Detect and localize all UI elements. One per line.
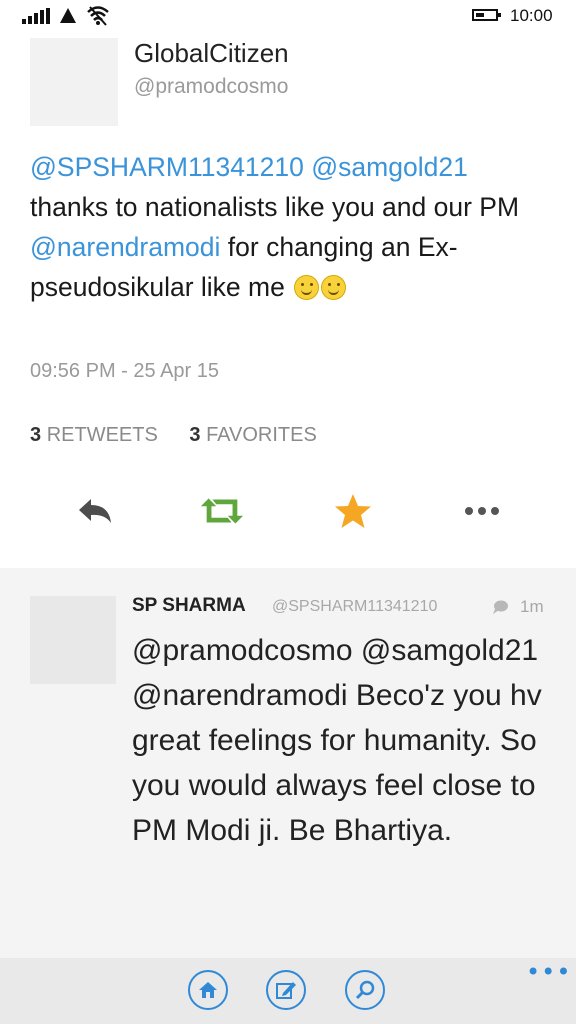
tweet-text: @SPSHARM11341210 @samgold21 thanks to na… <box>30 147 550 307</box>
author-avatar[interactable] <box>30 38 118 126</box>
more-options-button[interactable] <box>459 488 505 534</box>
smiley-emoji-icon <box>294 275 320 300</box>
app-bar: ••• <box>0 958 576 1024</box>
favorites-stat[interactable]: 3 FAVORITES <box>189 424 316 447</box>
favorite-star-icon <box>335 494 371 528</box>
compose-button[interactable] <box>266 970 306 1010</box>
tweet-timestamp: 09:56 PM - 25 Apr 15 <box>30 360 220 382</box>
search-button[interactable] <box>345 970 385 1010</box>
favorites-count: 3 <box>189 424 201 446</box>
tweet-stats: 3 RETWEETS 3 FAVORITES <box>30 424 343 447</box>
mention-link[interactable]: @SPSHARM11341210 <box>30 152 304 182</box>
reply-time: 1m <box>520 597 544 616</box>
favorites-label: FAVORITES <box>206 424 317 446</box>
author-handle[interactable]: @pramodcosmo <box>134 75 288 99</box>
status-bar: 10:00 <box>0 0 576 34</box>
battery-icon <box>472 9 501 21</box>
data-connection-icon <box>60 8 76 23</box>
retweets-stat[interactable]: 3 RETWEETS <box>30 424 158 447</box>
reply-author-name[interactable]: SP SHARMA <box>132 595 246 617</box>
search-icon <box>355 980 375 1000</box>
retweets-label: RETWEETS <box>46 424 158 446</box>
mention-link[interactable]: @samgold21 <box>311 152 468 182</box>
retweet-icon <box>200 498 244 524</box>
app-bar-more-button[interactable]: ••• <box>526 958 571 986</box>
reply-text[interactable]: @pramodcosmo @samgold21 @narendramodi Be… <box>132 628 552 853</box>
reply-button[interactable] <box>72 488 118 534</box>
speech-bubble-icon <box>493 600 508 614</box>
retweet-button[interactable] <box>199 488 245 534</box>
home-icon <box>199 982 217 998</box>
wifi-icon <box>87 6 109 26</box>
author-display-name[interactable]: GlobalCitizen <box>134 38 289 69</box>
tweet-text-part: thanks to nationalists like you and our … <box>30 192 520 222</box>
smiley-emoji-icon <box>321 275 347 300</box>
home-button[interactable] <box>188 970 228 1010</box>
reply-icon <box>79 499 111 523</box>
signal-strength-icon <box>22 8 50 24</box>
reply-author-handle[interactable]: @SPSHARM11341210 <box>272 598 437 616</box>
compose-icon <box>276 982 296 999</box>
battery-level <box>476 13 484 17</box>
clock: 10:00 <box>510 6 553 25</box>
retweets-count: 3 <box>30 424 42 446</box>
mention-link[interactable]: @narendramodi <box>30 232 220 262</box>
reply-author-avatar[interactable] <box>30 596 116 684</box>
tweet-actions <box>0 488 576 534</box>
favorite-button[interactable] <box>330 488 376 534</box>
more-icon <box>465 507 499 515</box>
